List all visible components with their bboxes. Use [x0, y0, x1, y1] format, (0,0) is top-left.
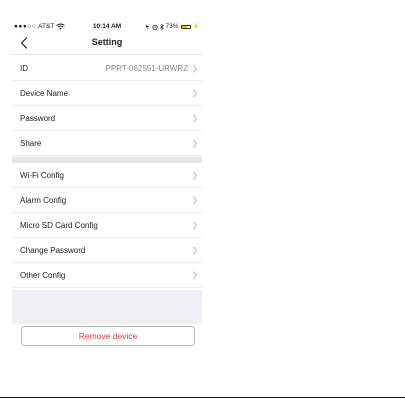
settings-row-micro-sd-card-config[interactable]: Micro SD Card Config — [12, 213, 202, 238]
battery-percent: 73% — [165, 23, 179, 30]
nav-bar: Setting — [12, 32, 202, 55]
row-label: Micro SD Card Config — [20, 221, 98, 230]
config-settings-group: Wi-Fi Config Alarm Config Micro SD Card Co… — [12, 163, 202, 288]
remove-device-button[interactable]: Remove device — [21, 326, 195, 346]
row-label: Change Password — [20, 246, 86, 255]
chevron-right-icon — [193, 139, 197, 148]
battery-icon — [180, 24, 191, 29]
alarm-icon — [151, 24, 158, 30]
bluetooth-icon — [159, 23, 164, 30]
page-title: Setting — [91, 37, 123, 47]
chevron-right-icon — [193, 64, 197, 73]
phone-screen: ●●●○○ AT&T 10:14 AM 73% ⚡ Setting ID PPR… — [12, 20, 202, 360]
settings-row-wi-fi-config[interactable]: Wi-Fi Config — [12, 163, 202, 188]
settings-row-share[interactable]: Share — [12, 131, 202, 156]
row-label: Device Name — [20, 89, 69, 98]
settings-row-password[interactable]: Password — [12, 106, 202, 131]
settings-row-other-config[interactable]: Other Config — [12, 263, 202, 288]
charging-icon: ⚡ — [192, 24, 200, 30]
chevron-right-icon — [193, 171, 197, 180]
battery-fill — [181, 25, 188, 28]
status-right: 73% ⚡ — [145, 23, 200, 30]
settings-row-id[interactable]: ID PPRT-062551-URWRZ — [12, 56, 202, 81]
row-label: Other Config — [20, 271, 66, 280]
device-settings-group: ID PPRT-062551-URWRZ Device Name Password Sh… — [12, 56, 202, 156]
row-label: Share — [20, 139, 42, 148]
chevron-right-icon — [193, 271, 197, 280]
status-bar: ●●●○○ AT&T 10:14 AM 73% ⚡ — [12, 20, 202, 32]
row-label: ID — [20, 64, 28, 73]
row-label: Wi-Fi Config — [20, 171, 65, 180]
location-icon — [145, 24, 149, 29]
row-label: Password — [20, 114, 56, 123]
settings-row-device-name[interactable]: Device Name — [12, 81, 202, 106]
remove-device-label: Remove device — [78, 331, 138, 341]
chevron-right-icon — [193, 246, 197, 255]
settings-row-change-password[interactable]: Change Password — [12, 238, 202, 263]
row-value: PPRT-062551-URWRZ — [105, 64, 188, 73]
chevron-right-icon — [193, 196, 197, 205]
footer-spacer — [12, 290, 202, 324]
chevron-right-icon — [193, 89, 197, 98]
row-label: Alarm Config — [20, 196, 67, 205]
settings-row-alarm-config[interactable]: Alarm Config — [12, 188, 202, 213]
chevron-right-icon — [193, 114, 197, 123]
chevron-right-icon — [193, 221, 197, 230]
